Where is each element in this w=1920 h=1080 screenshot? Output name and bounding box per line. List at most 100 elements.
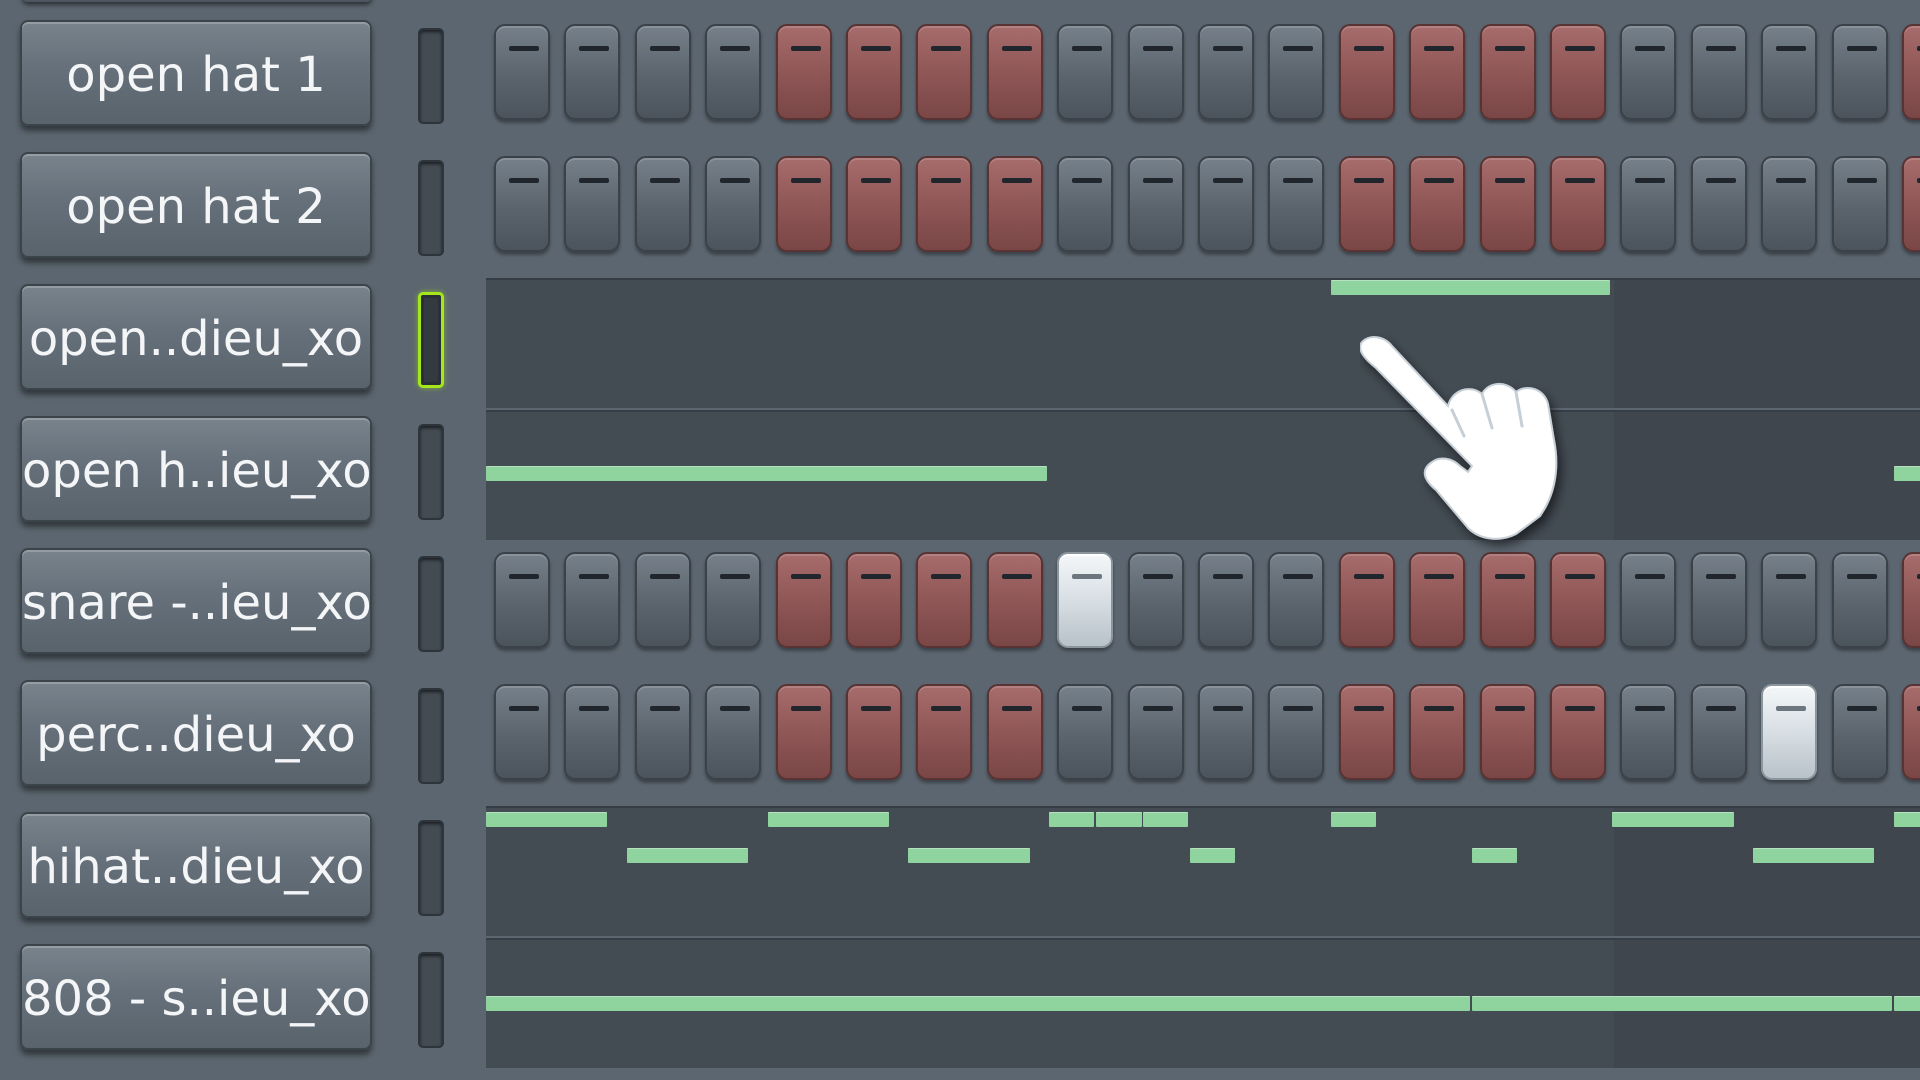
step-button[interactable] [1409,684,1466,780]
step-button[interactable] [564,156,621,252]
step-button[interactable] [1198,24,1254,120]
step-button[interactable] [1409,24,1466,120]
channel-select-led[interactable] [418,424,444,520]
step-button[interactable] [564,684,621,780]
step-button[interactable] [1409,156,1466,252]
step-button[interactable] [1338,24,1395,120]
piano-roll-preview[interactable] [486,938,1920,1068]
step-button[interactable] [775,552,832,648]
step-button[interactable] [1550,684,1606,780]
step-button[interactable] [775,24,832,120]
step-button[interactable] [494,684,550,780]
step-button[interactable] [1620,684,1677,780]
step-button[interactable] [1550,156,1606,252]
channel-name-button[interactable]: open hat 1 [20,20,372,126]
piano-roll-preview[interactable] [486,410,1920,540]
channel-name-button[interactable]: snare -..ieu_xo [20,548,372,654]
channel-button-partial[interactable] [22,0,372,2]
step-button[interactable] [1479,684,1536,780]
step-button[interactable] [1831,156,1888,252]
step-button[interactable] [1690,24,1747,120]
step-button[interactable] [1268,156,1325,252]
step-button[interactable] [1831,24,1888,120]
step-button[interactable] [986,684,1043,780]
step-button[interactable] [1761,24,1818,120]
step-button[interactable] [634,156,691,252]
step-button[interactable] [705,24,762,120]
step-button[interactable] [916,684,973,780]
step-button[interactable] [846,684,902,780]
step-button[interactable] [1057,24,1114,120]
step-button[interactable] [916,156,973,252]
step-button[interactable] [564,552,621,648]
step-button[interactable] [1550,24,1606,120]
channel-name-button[interactable]: 808 - s..ieu_xo [20,944,372,1050]
step-button[interactable] [1198,552,1254,648]
step-button[interactable] [1127,24,1184,120]
step-button[interactable] [846,552,902,648]
step-button[interactable] [494,156,550,252]
channel-name-button[interactable]: perc..dieu_xo [20,680,372,786]
step-button[interactable] [1690,156,1747,252]
step-button[interactable] [1268,684,1325,780]
channel-name-button[interactable]: hihat..dieu_xo [20,812,372,918]
step-button[interactable] [986,24,1043,120]
step-button[interactable] [705,156,762,252]
channel-select-led[interactable] [418,952,444,1048]
step-button[interactable] [1620,552,1677,648]
step-button[interactable] [1902,684,1920,780]
channel-select-led[interactable] [418,160,444,256]
step-button[interactable] [634,684,691,780]
channel-select-led[interactable] [418,688,444,784]
step-button[interactable] [1620,156,1677,252]
step-button[interactable] [1057,552,1114,648]
channel-select-led[interactable] [418,820,444,916]
step-button[interactable] [1761,156,1818,252]
step-button[interactable] [1690,684,1747,780]
step-button[interactable] [494,552,550,648]
channel-name-button[interactable]: open..dieu_xo [20,284,372,390]
step-button[interactable] [1690,552,1747,648]
step-button[interactable] [1620,24,1677,120]
channel-select-led[interactable] [418,556,444,652]
step-button[interactable] [1902,156,1920,252]
channel-select-led[interactable] [418,28,444,124]
step-button[interactable] [1057,156,1114,252]
step-button[interactable] [634,24,691,120]
step-button[interactable] [1268,552,1325,648]
piano-roll-preview[interactable] [486,278,1920,408]
step-button[interactable] [1268,24,1325,120]
step-button[interactable] [705,684,762,780]
step-button[interactable] [846,156,902,252]
channel-name-button[interactable]: open h..ieu_xo [20,416,372,522]
step-button[interactable] [634,552,691,648]
step-button[interactable] [1057,684,1114,780]
step-button[interactable] [986,156,1043,252]
step-button[interactable] [1479,24,1536,120]
piano-roll-preview[interactable] [486,806,1920,936]
step-button[interactable] [1198,684,1254,780]
step-button[interactable] [1902,24,1920,120]
step-button[interactable] [1338,684,1395,780]
step-button[interactable] [1831,552,1888,648]
step-button[interactable] [1338,156,1395,252]
step-button[interactable] [916,552,973,648]
step-button[interactable] [775,156,832,252]
step-button[interactable] [564,24,621,120]
step-button[interactable] [846,24,902,120]
step-button[interactable] [1198,156,1254,252]
step-button[interactable] [1761,552,1818,648]
step-button[interactable] [986,552,1043,648]
channel-name-button[interactable]: open hat 2 [20,152,372,258]
step-button[interactable] [1479,156,1536,252]
step-button[interactable] [775,684,832,780]
channel-select-led[interactable] [418,292,444,388]
step-button[interactable] [1127,156,1184,252]
step-button[interactable] [916,24,973,120]
step-button[interactable] [1127,684,1184,780]
step-button[interactable] [1761,684,1818,780]
step-button[interactable] [705,552,762,648]
step-button[interactable] [1127,552,1184,648]
step-button[interactable] [1902,552,1920,648]
step-button[interactable] [494,24,550,120]
